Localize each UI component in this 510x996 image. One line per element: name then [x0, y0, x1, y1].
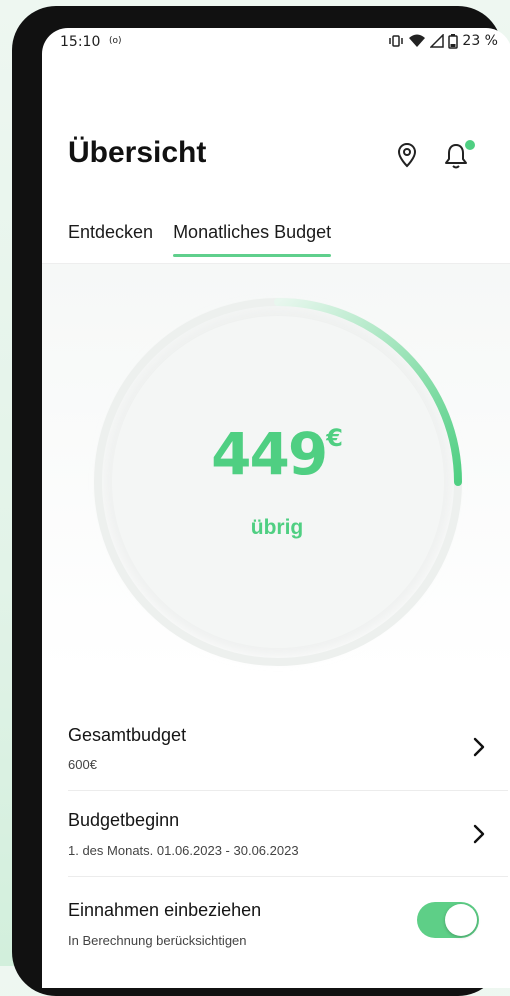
row-divider	[68, 790, 508, 791]
currency-symbol: €	[326, 424, 343, 452]
toggle-knob	[445, 904, 477, 936]
signal-icon	[430, 34, 445, 48]
tab-monatliches-budget[interactable]: Monatliches Budget	[173, 222, 332, 257]
page-title: Übersicht	[68, 136, 207, 169]
app-screen: 15:10 (o) 23 % Übersicht Entdecken Monat…	[42, 28, 510, 988]
tab-entdecken[interactable]: Entdecken	[68, 222, 153, 257]
budget-start-title: Budgetbeginn	[68, 810, 180, 830]
row-divider	[68, 876, 508, 877]
amount-value: 449	[211, 420, 328, 488]
wifi-icon	[409, 34, 426, 47]
budget-start-row[interactable]: Budgetbeginn 1. des Monats. 01.06.2023 -…	[42, 802, 510, 876]
phone-frame: 15:10 (o) 23 % Übersicht Entdecken Monat…	[12, 6, 510, 996]
chevron-right-icon	[473, 824, 485, 844]
radio-indicator: (o)	[109, 36, 122, 46]
income-title: Einnahmen einbeziehen	[68, 900, 262, 920]
total-budget-value: 600€	[68, 757, 97, 772]
income-row: Einnahmen einbeziehen In Berechnung berü…	[42, 890, 510, 960]
status-bar: 15:10 (o) 23 %	[42, 28, 510, 58]
remaining-amount: 449€	[42, 420, 510, 488]
income-subtitle: In Berechnung berücksichtigen	[68, 933, 247, 948]
status-time: 15:10	[60, 34, 101, 50]
battery-level: 23 %	[462, 33, 498, 49]
income-toggle[interactable]	[417, 902, 479, 938]
vibrate-icon	[389, 35, 404, 47]
remaining-label: übrig	[250, 516, 304, 539]
total-budget-title: Gesamtbudget	[68, 725, 187, 745]
battery-icon	[448, 33, 459, 49]
location-pin-icon[interactable]	[397, 142, 417, 168]
chevron-right-icon	[473, 737, 485, 757]
status-icons: 23 %	[388, 33, 498, 49]
total-budget-row[interactable]: Gesamtbudget 600€	[42, 718, 510, 792]
budget-start-value: 1. des Monats. 01.06.2023 - 30.06.2023	[68, 843, 299, 858]
tab-bar: Entdecken Monatliches Budget	[68, 222, 332, 257]
notification-badge	[465, 140, 475, 150]
